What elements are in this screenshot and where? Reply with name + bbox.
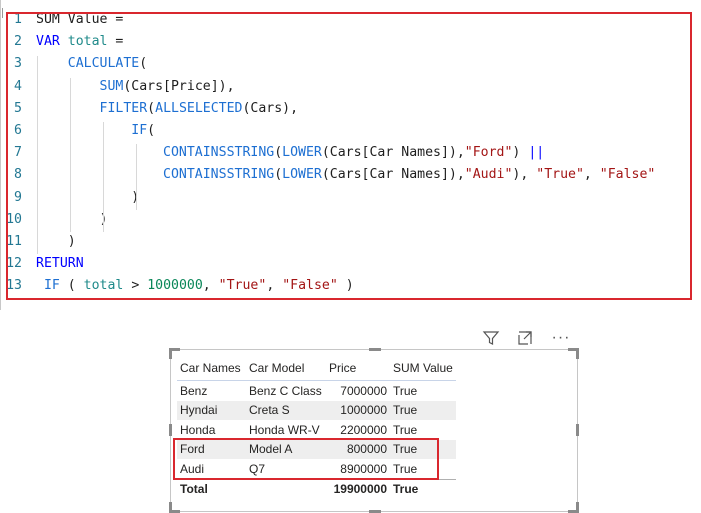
table-cell: 2200000 [340,422,387,437]
filter-icon[interactable] [479,326,503,350]
total-sum-value: True [390,478,456,499]
column-header[interactable]: Car Model [246,356,326,381]
table-cell: True [393,383,418,398]
table-cell: Benz [180,383,208,398]
column-header[interactable]: SUM Value [390,356,456,381]
table-cell: True [390,400,456,420]
resize-handle[interactable] [576,424,579,436]
table-visual[interactable]: Car Names Car Model Price SUM Value Benz… [169,348,579,513]
table-cell: Benz C Class [249,383,322,398]
table-cell [246,478,326,499]
resize-handle[interactable] [169,424,172,436]
table-cell: 7000000 [340,383,387,398]
column-header[interactable]: Car Names [177,356,246,381]
resize-corner[interactable] [568,502,579,513]
table-header-row: Car Names Car Model Price SUM Value [177,356,456,381]
table-cell: 1000000 [326,400,390,420]
rows-highlight-box [173,438,439,480]
table-cell: Creta S [246,400,326,420]
resize-corner[interactable] [169,502,180,513]
code-highlight-box [6,12,692,300]
table-cell: Honda WR-V [249,422,320,437]
more-options-label: ··· [551,329,571,346]
table-total-row: Total 19900000 True [177,478,456,499]
table-row: Hyndai Creta S 1000000 True [177,400,456,420]
table-cell: Honda [180,422,216,437]
focus-mode-icon[interactable] [513,326,537,350]
column-header[interactable]: Price [326,356,390,381]
total-price: 19900000 [326,478,390,499]
table-cell: True [393,422,418,437]
table-row: Honda Honda WR-V 2200000 True [177,420,456,440]
more-options-icon[interactable]: ··· [549,326,573,350]
resize-corner[interactable] [568,348,579,359]
table-cell: Hyndai [177,400,246,420]
resize-handle[interactable] [369,348,381,351]
table-row: Benz Benz C Class 7000000 True [177,381,456,401]
total-label: Total [177,478,246,499]
